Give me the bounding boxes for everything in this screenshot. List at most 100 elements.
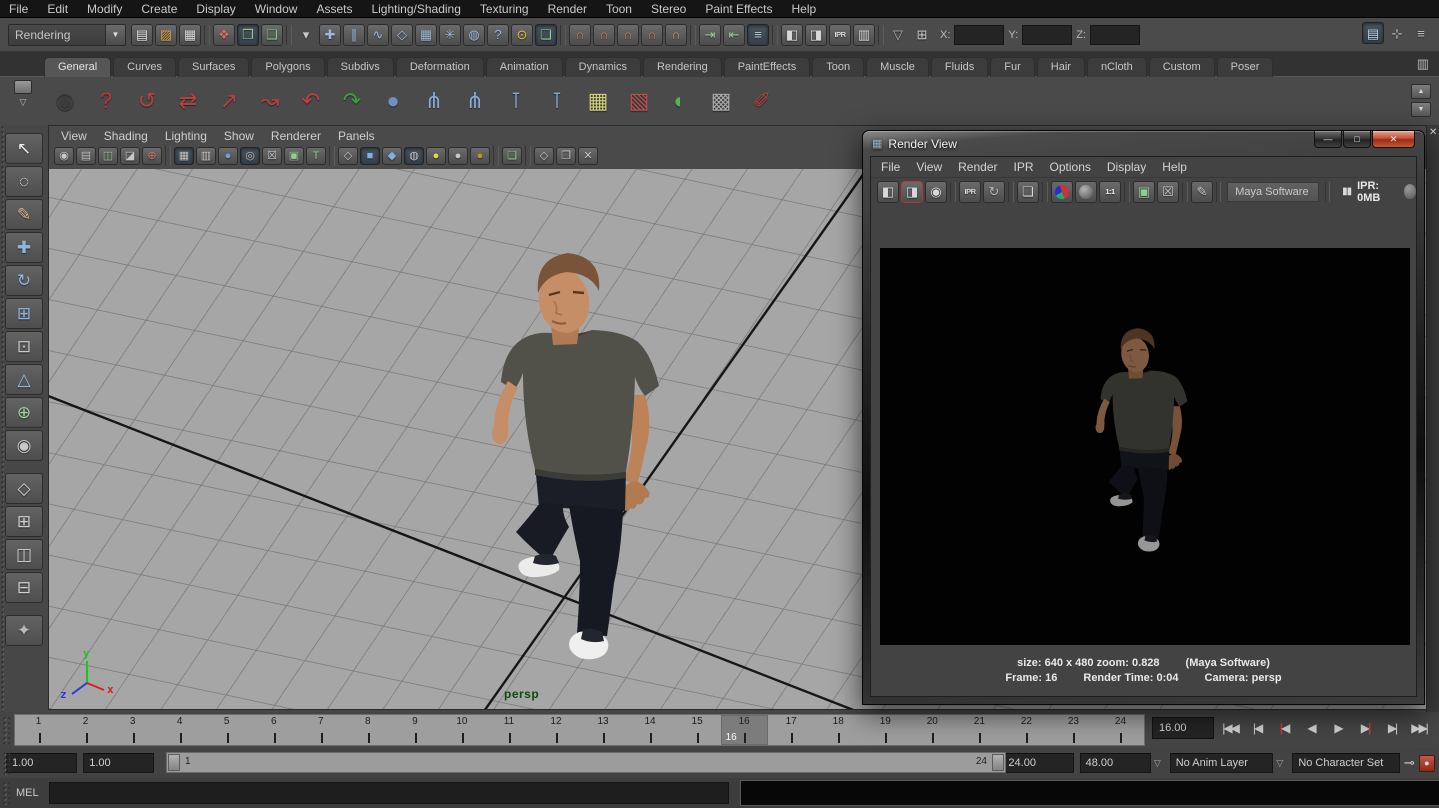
- open-scene-button[interactable]: ▨: [155, 24, 177, 46]
- snapshot-button[interactable]: ◉: [925, 181, 947, 203]
- maximize-button[interactable]: □: [1343, 131, 1371, 148]
- select-component-button[interactable]: ❑: [261, 24, 283, 46]
- range-start-handle[interactable]: [168, 754, 180, 771]
- isolate-select-button[interactable]: ◇: [534, 147, 554, 165]
- playblast-button[interactable]: ◉: [47, 83, 83, 119]
- attribute-editor-toggle[interactable]: ≡: [1410, 22, 1432, 44]
- minimize-button[interactable]: —: [1314, 131, 1342, 148]
- animation-start-field[interactable]: 1.00: [6, 753, 77, 773]
- joint-tool-button[interactable]: ⊺: [498, 83, 534, 119]
- shelf-tab-dynamics[interactable]: Dynamics: [565, 57, 641, 77]
- render-button[interactable]: ◧: [877, 181, 899, 203]
- shelf-tab-rendering[interactable]: Rendering: [643, 57, 722, 77]
- select-by-name-button[interactable]: ⊞: [911, 24, 933, 46]
- render-settings-display-button[interactable]: ▣: [1133, 181, 1155, 203]
- timeline-ruler[interactable]: 1234567891011121314151616171819202122232…: [14, 714, 1145, 746]
- bookmark-button[interactable]: ◫: [98, 147, 118, 165]
- shelf-tab-general[interactable]: General: [44, 57, 111, 77]
- command-input[interactable]: [49, 782, 729, 804]
- render-view-menu-item-render[interactable]: Render: [958, 160, 997, 174]
- mask-curves-button[interactable]: ∿: [367, 24, 389, 46]
- main-menu-item-render[interactable]: Render: [548, 2, 587, 16]
- play-forwards-button[interactable]: ▶: [1326, 716, 1352, 740]
- selection-mask-popup[interactable]: ▾: [295, 24, 317, 46]
- timeline-frame-20[interactable]: 20: [909, 715, 956, 745]
- command-language-toggle[interactable]: MEL: [16, 787, 39, 799]
- move-tool[interactable]: ✚: [5, 232, 43, 263]
- y-coordinate-field[interactable]: [1022, 25, 1072, 45]
- timeline-frame-11[interactable]: 11: [485, 715, 532, 745]
- renderer-select-dropdown[interactable]: Maya Software: [1227, 182, 1319, 202]
- timeline-frame-19[interactable]: 19: [862, 715, 909, 745]
- wireframe-on-shaded-button[interactable]: ✕: [578, 147, 598, 165]
- snap-to-curve-button[interactable]: ∩: [593, 24, 615, 46]
- no-lights-button[interactable]: ●: [470, 147, 490, 165]
- x-coordinate-field[interactable]: [954, 25, 1004, 45]
- timeline-frame-17[interactable]: 17: [768, 715, 815, 745]
- step-forward-key-button[interactable]: ▶|: [1353, 716, 1379, 740]
- timeline-frame-2[interactable]: 2: [62, 715, 109, 745]
- main-menu-item-lighting-shading[interactable]: Lighting/Shading: [371, 2, 460, 16]
- camera-tumble-button[interactable]: ↝: [252, 83, 288, 119]
- show-manipulator-tool[interactable]: ⊕: [5, 397, 43, 428]
- scale-tool[interactable]: ⊞: [5, 298, 43, 329]
- timeline-frame-15[interactable]: 15: [674, 715, 721, 745]
- timeline-frame-16[interactable]: 1616: [721, 715, 768, 745]
- camera-turn-button[interactable]: ↺: [129, 83, 165, 119]
- dragon-icon[interactable]: ✦: [5, 615, 43, 646]
- save-scene-button[interactable]: ▦: [179, 24, 201, 46]
- timeline-frame-1[interactable]: 1: [15, 715, 62, 745]
- shelf-tab-fur[interactable]: Fur: [990, 57, 1035, 77]
- make-live-button[interactable]: ∩: [665, 24, 687, 46]
- main-menu-item-window[interactable]: Window: [255, 2, 298, 16]
- timeline-frame-7[interactable]: 7: [297, 715, 344, 745]
- timeline-frame-22[interactable]: 22: [1003, 715, 1050, 745]
- redo-button[interactable]: ↷: [334, 83, 370, 119]
- undo-button[interactable]: ↶: [293, 83, 329, 119]
- refresh-ipr-button[interactable]: ↻: [983, 181, 1005, 203]
- anim-layer-popup-icon[interactable]: ▽: [1154, 758, 1161, 769]
- camera-dolly-button[interactable]: ⇄: [170, 83, 206, 119]
- input-field-popup[interactable]: ▽: [887, 24, 909, 46]
- timeline-frame-9[interactable]: 9: [391, 715, 438, 745]
- channel-box-toggle[interactable]: ▤: [1362, 22, 1384, 44]
- new-scene-button[interactable]: ▤: [131, 24, 153, 46]
- viewport-menu-item-panels[interactable]: Panels: [338, 129, 375, 143]
- close-button[interactable]: ✕: [1372, 131, 1415, 148]
- layout-four-pane[interactable]: ⊞: [5, 506, 43, 537]
- keep-image-button[interactable]: ✎: [1191, 181, 1213, 203]
- main-menu-item-edit[interactable]: Edit: [47, 2, 68, 16]
- shelf-tab-painteffects[interactable]: PaintEffects: [724, 57, 811, 77]
- shelf-tab-fluids[interactable]: Fluids: [931, 57, 988, 77]
- main-menu-item-texturing[interactable]: Texturing: [480, 2, 529, 16]
- safe-action-button[interactable]: ▣: [284, 147, 304, 165]
- range-slider-grip[interactable]: [2, 751, 10, 775]
- shelf-menu-arrow-icon[interactable]: ▽: [20, 97, 27, 108]
- timeline-frame-5[interactable]: 5: [203, 715, 250, 745]
- textured-shaded-button[interactable]: ◍: [404, 147, 424, 165]
- anim-layer-dropdown[interactable]: No Anim Layer: [1170, 753, 1274, 773]
- tool-settings-toggle[interactable]: ⊹: [1386, 22, 1408, 44]
- select-object-button[interactable]: ❒: [237, 24, 259, 46]
- shelf-tab-ncloth[interactable]: nCloth: [1087, 57, 1147, 77]
- mask-surfaces-button[interactable]: ◇: [391, 24, 413, 46]
- ik-handle-button[interactable]: ⋔: [416, 83, 452, 119]
- mask-deformations-button[interactable]: ▦: [415, 24, 437, 46]
- open-render-view-button[interactable]: ◧: [781, 24, 803, 46]
- animation-end-field[interactable]: 48.00: [1080, 753, 1151, 773]
- render-view-menu-item-ipr[interactable]: IPR: [1014, 160, 1034, 174]
- all-lights-button[interactable]: ●: [426, 147, 446, 165]
- soft-modification-tool[interactable]: △: [5, 364, 43, 395]
- render-view-menu-item-options[interactable]: Options: [1050, 160, 1091, 174]
- menu-set-dropdown[interactable]: Rendering: [8, 24, 106, 46]
- snap-to-grid-button[interactable]: ∩: [569, 24, 591, 46]
- main-menu-item-toon[interactable]: Toon: [606, 2, 632, 16]
- step-back-key-button[interactable]: |◀: [1272, 716, 1298, 740]
- viewport-menu-item-lighting[interactable]: Lighting: [165, 129, 207, 143]
- viewport-menu-item-shading[interactable]: Shading: [104, 129, 148, 143]
- shaded-mode-button[interactable]: ■: [360, 147, 380, 165]
- paint-effects-brush-button[interactable]: ✐: [744, 83, 780, 119]
- panel-close-icon[interactable]: ✕: [1429, 127, 1437, 138]
- set-key-icon[interactable]: ⊸: [1404, 755, 1415, 771]
- render-view-menu-item-display[interactable]: Display: [1107, 160, 1146, 174]
